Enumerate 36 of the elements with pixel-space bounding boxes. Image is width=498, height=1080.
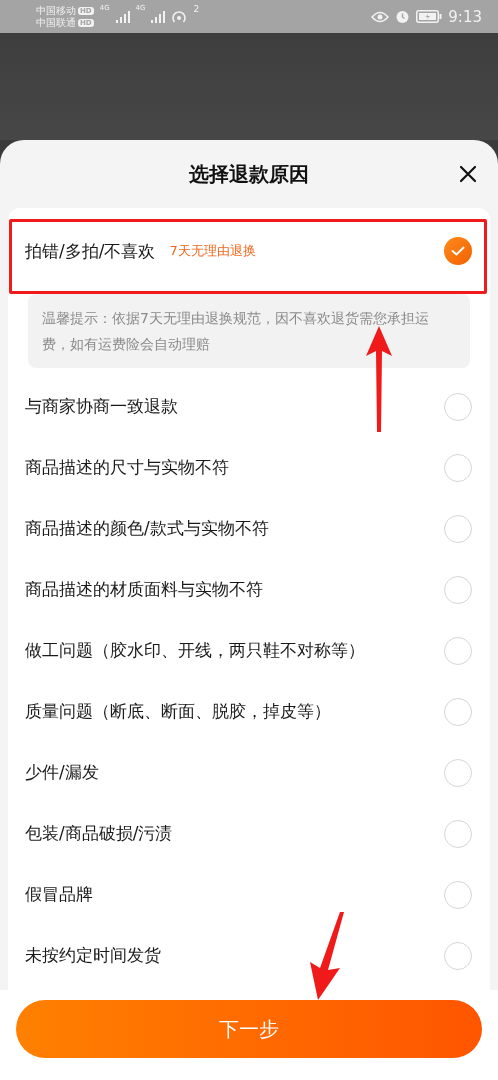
radio-button[interactable] bbox=[444, 880, 472, 909]
hotspot-icon bbox=[171, 8, 188, 25]
radio-button[interactable] bbox=[444, 392, 472, 421]
carrier-name: 中国联通 bbox=[36, 17, 76, 28]
reason-label[interactable]: 做工问题（胶水印、开线，两只鞋不对称等） bbox=[25, 639, 365, 662]
clock-time: 9:13 bbox=[448, 7, 482, 26]
sheet-title: 选择退款原因 bbox=[189, 160, 309, 188]
radio-button[interactable] bbox=[444, 514, 472, 543]
radio-button[interactable] bbox=[444, 237, 472, 265]
radio-button[interactable] bbox=[444, 453, 472, 482]
reason-tag: 7天无理由退换 bbox=[169, 242, 256, 260]
radio-button[interactable] bbox=[444, 819, 472, 848]
alarm-icon bbox=[395, 9, 411, 24]
carrier-name: 中国移动 bbox=[36, 5, 76, 16]
radio-button[interactable] bbox=[444, 697, 472, 726]
reason-label[interactable]: 商品描述的颜色/款式与实物不符 bbox=[25, 517, 269, 540]
reason-label[interactable]: 与商家协商一致退款 bbox=[25, 395, 178, 418]
radio-button[interactable] bbox=[444, 758, 472, 787]
reason-label[interactable]: 未按约定时间发货 bbox=[25, 944, 161, 967]
battery-icon bbox=[416, 10, 443, 23]
signal-icon bbox=[151, 10, 166, 23]
signal-icon bbox=[115, 10, 130, 23]
reason-label[interactable]: 假冒品牌 bbox=[25, 883, 93, 906]
hotspot-count: 2 bbox=[193, 4, 200, 14]
reason-label[interactable]: 商品描述的尺寸与实物不符 bbox=[25, 456, 229, 479]
reason-label[interactable]: 商品描述的材质面料与实物不符 bbox=[25, 578, 263, 601]
reason-label[interactable]: 拍错/多拍/不喜欢 bbox=[25, 239, 156, 263]
tip-text: 温馨提示：依据7天无理由退换规范，因不喜欢退货需您承担运费，如有运费险会自动理赔 bbox=[28, 294, 470, 368]
reason-label[interactable]: 质量问题（断底、断面、脱胶，掉皮等） bbox=[25, 700, 331, 723]
reason-label[interactable]: 少件/漏发 bbox=[25, 761, 99, 784]
radio-button[interactable] bbox=[444, 575, 472, 604]
eye-icon bbox=[371, 10, 390, 23]
check-icon bbox=[451, 246, 465, 256]
reason-label[interactable]: 包装/商品破损/污渍 bbox=[25, 822, 173, 845]
radio-button[interactable] bbox=[444, 636, 472, 665]
radio-button[interactable] bbox=[444, 941, 472, 970]
